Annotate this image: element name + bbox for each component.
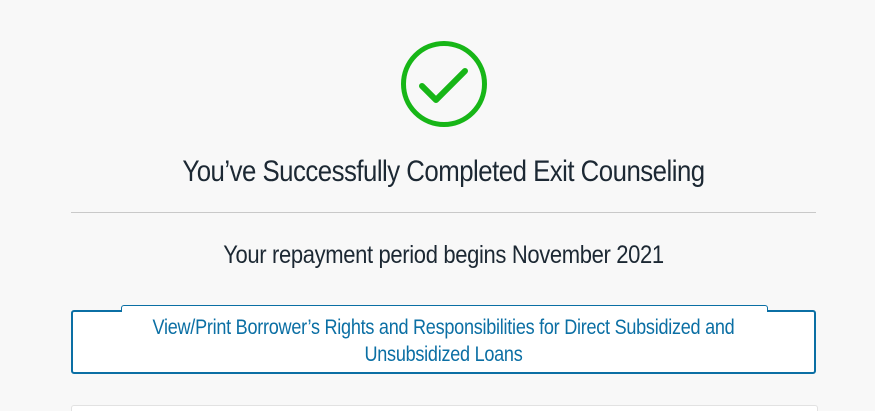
section-divider — [71, 212, 816, 213]
rights-link-line-2[interactable]: Unsubsidized Loans — [364, 343, 522, 366]
rights-link-label[interactable]: View/Print Borrower’s Rights and Respons… — [125, 314, 762, 368]
rights-link-line-1[interactable]: View/Print Borrower’s Rights and Respons… — [153, 316, 735, 339]
exit-counseling-completion-panel: You’ve Successfully Completed Exit Couns… — [71, 0, 818, 411]
button-tab-decoration — [121, 305, 768, 312]
check-circle-icon — [400, 40, 488, 128]
next-section-card — [71, 405, 818, 411]
view-print-rights-responsibilities-button[interactable]: View/Print Borrower’s Rights and Respons… — [71, 305, 816, 374]
repayment-period-text: Your repayment period begins November 20… — [223, 241, 664, 269]
page-title: You’ve Successfully Completed Exit Couns… — [182, 155, 705, 188]
